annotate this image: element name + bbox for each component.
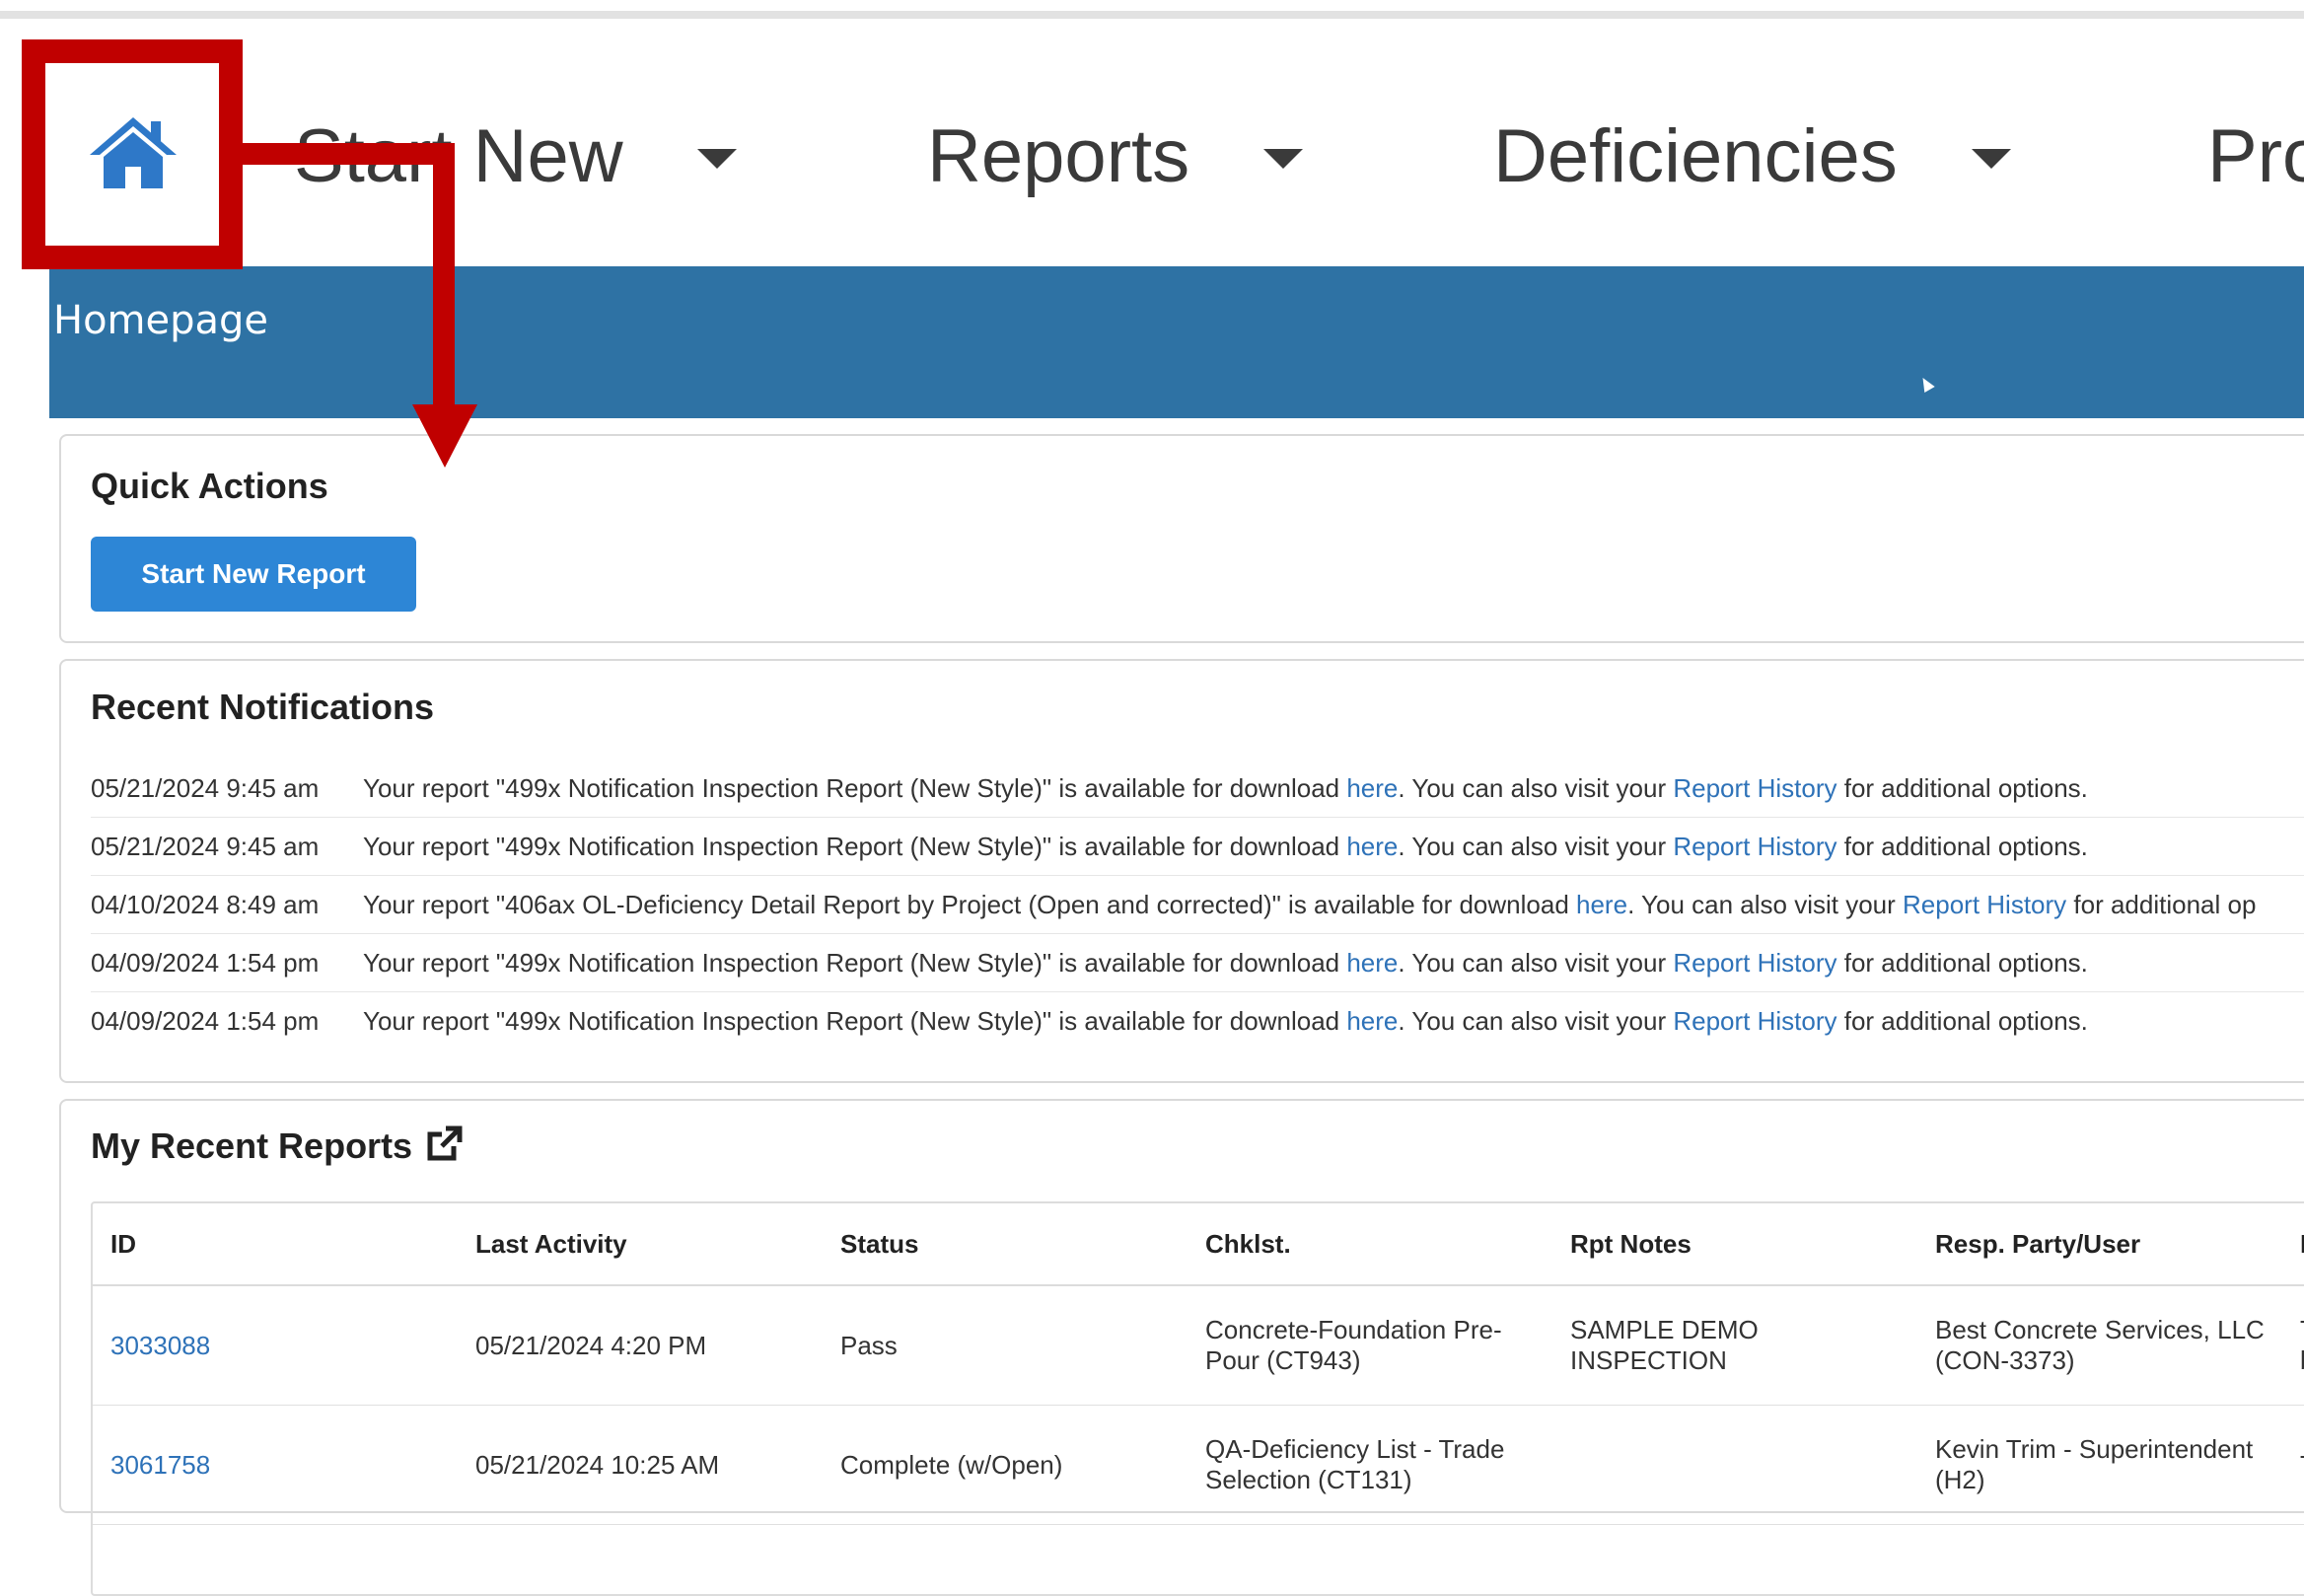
top-divider xyxy=(0,11,2304,19)
download-link[interactable]: here xyxy=(1346,832,1398,861)
page-title: Homepage xyxy=(53,298,269,343)
page-banner: Homepage xyxy=(49,266,2304,418)
report-history-link[interactable]: Report History xyxy=(1673,948,1836,978)
notification-text: Your report "499x Notification Inspectio… xyxy=(363,947,2088,978)
status-cell: Pass xyxy=(840,1330,898,1360)
notification-text: Your report "499x Notification Inspectio… xyxy=(363,831,2088,861)
notification-time: 04/09/2024 1:54 pm xyxy=(91,947,320,978)
checklist-cell: Concrete-Foundation Pre-Pour (CT943) xyxy=(1205,1315,1502,1375)
truncated-cell: T C xyxy=(2282,1450,2304,1481)
report-history-link[interactable]: Report History xyxy=(1673,832,1836,861)
last-activity-cell: 05/21/2024 10:25 AM xyxy=(475,1449,720,1480)
notification-row: 04/10/2024 8:49 am Your report "406ax OL… xyxy=(91,876,2304,934)
column-header-resp-party[interactable]: Resp. Party/User xyxy=(1917,1229,2282,1260)
table-header: ID Last Activity Status Chklst. Rpt Note… xyxy=(93,1203,2304,1286)
recent-reports-table: ID Last Activity Status Chklst. Rpt Note… xyxy=(91,1201,2304,1596)
notification-time: 04/09/2024 1:54 pm xyxy=(91,1005,320,1036)
notification-text: Your report "406ax OL-Deficiency Detail … xyxy=(363,889,2257,919)
external-link-icon[interactable] xyxy=(424,1124,464,1173)
report-history-link[interactable]: Report History xyxy=(1673,773,1836,803)
nav-deficiencies[interactable]: Deficiencies xyxy=(1493,107,2011,205)
notification-row: 05/21/2024 9:45 am Your report "499x Not… xyxy=(91,818,2304,876)
nav-start-new[interactable]: Start New xyxy=(294,107,737,205)
resp-party-cell: Kevin Trim - Superintendent (H2) xyxy=(1935,1434,2254,1494)
home-button[interactable] xyxy=(49,69,217,237)
status-cell: Complete (w/Open) xyxy=(840,1449,1063,1480)
column-header-checklist[interactable]: Chklst. xyxy=(1188,1229,1552,1260)
quick-actions-panel: Quick Actions Start New Report xyxy=(59,434,2304,643)
nav-start-new-label: Start New xyxy=(294,113,623,198)
column-header-rpt-notes[interactable]: Rpt Notes xyxy=(1552,1229,1917,1260)
recent-reports-title-text: My Recent Reports xyxy=(91,1125,413,1167)
nav-pro-label: Pro xyxy=(2207,113,2304,198)
column-header-truncated[interactable]: F xyxy=(2282,1229,2304,1260)
notification-text: Your report "499x Notification Inspectio… xyxy=(363,1005,2088,1036)
notification-row: 05/21/2024 9:45 am Your report "499x Not… xyxy=(91,760,2304,818)
download-link[interactable]: here xyxy=(1346,1006,1398,1036)
nav-pro[interactable]: Pro xyxy=(2207,107,2304,205)
table-row: 3061758 05/21/2024 10:25 AM Complete (w/… xyxy=(93,1406,2304,1525)
download-link[interactable]: here xyxy=(1346,773,1398,803)
column-header-id[interactable]: ID xyxy=(93,1229,458,1260)
chevron-down-icon xyxy=(1263,149,1304,169)
start-new-report-button[interactable]: Start New Report xyxy=(91,537,416,612)
download-link[interactable]: here xyxy=(1346,948,1398,978)
report-id-link[interactable]: 3033088 xyxy=(110,1331,210,1360)
checklist-cell: QA-Deficiency List - Trade Selection (CT… xyxy=(1205,1434,1505,1494)
report-history-link[interactable]: Report History xyxy=(1903,890,2066,919)
notification-row: 04/09/2024 1:54 pm Your report "499x Not… xyxy=(91,934,2304,992)
recent-notifications-panel: Recent Notifications 05/21/2024 9:45 am … xyxy=(59,659,2304,1083)
mouse-cursor-icon xyxy=(1917,374,1935,394)
notification-list: 05/21/2024 9:45 am Your report "499x Not… xyxy=(91,760,2304,1050)
home-icon xyxy=(90,117,177,188)
column-header-status[interactable]: Status xyxy=(823,1229,1188,1260)
report-history-link[interactable]: Report History xyxy=(1673,1006,1836,1036)
resp-party-cell: Best Concrete Services, LLC (CON-3373) xyxy=(1935,1315,2265,1375)
notes-cell: SAMPLE DEMO INSPECTION xyxy=(1570,1315,1759,1375)
nav-reports-label: Reports xyxy=(927,113,1190,198)
notification-time: 05/21/2024 9:45 am xyxy=(91,831,320,861)
download-link[interactable]: here xyxy=(1576,890,1627,919)
quick-actions-title: Quick Actions xyxy=(91,466,328,506)
chevron-down-icon xyxy=(696,149,737,169)
recent-notifications-title: Recent Notifications xyxy=(91,687,435,727)
notification-time: 05/21/2024 9:45 am xyxy=(91,772,320,803)
report-id-link[interactable]: 3061758 xyxy=(110,1450,210,1480)
nav-reports[interactable]: Reports xyxy=(927,107,1304,205)
table-row: 3033088 05/21/2024 4:20 PM Pass Concrete… xyxy=(93,1286,2304,1406)
notification-row: 04/09/2024 1:54 pm Your report "499x Not… xyxy=(91,992,2304,1050)
truncated-cell: T C b xyxy=(2282,1315,2304,1376)
column-header-last-activity[interactable]: Last Activity xyxy=(458,1229,823,1260)
nav-deficiencies-label: Deficiencies xyxy=(1493,113,1898,198)
recent-reports-panel: My Recent Reports ID Last Activity Statu… xyxy=(59,1099,2304,1596)
last-activity-cell: 05/21/2024 4:20 PM xyxy=(475,1330,707,1360)
recent-reports-title: My Recent Reports xyxy=(91,1124,464,1173)
notification-text: Your report "499x Notification Inspectio… xyxy=(363,772,2088,803)
notification-time: 04/10/2024 8:49 am xyxy=(91,889,320,919)
chevron-down-icon xyxy=(1971,149,2011,169)
